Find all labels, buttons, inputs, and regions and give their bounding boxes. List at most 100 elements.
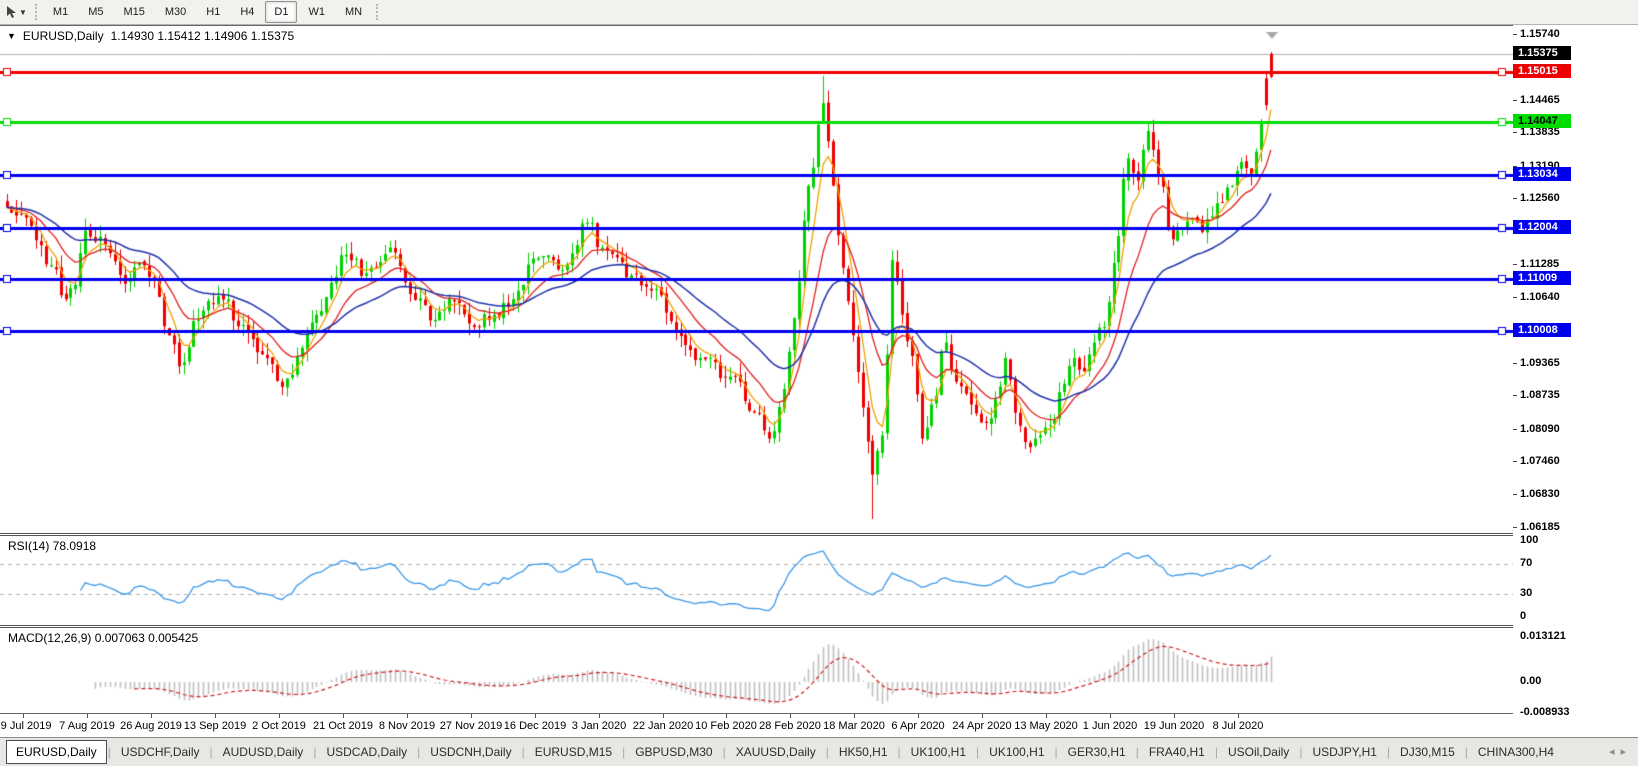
price-tick-label: 1.06830 xyxy=(1520,488,1560,500)
date-tick-mark xyxy=(982,714,983,718)
timeframe-button-mn[interactable]: MN xyxy=(336,1,371,23)
chart-tab-eurusd-daily[interactable]: EURUSD,Daily xyxy=(6,740,107,764)
date-axis[interactable]: 19 Jul 2019 7 Aug 2019 26 Aug 2019 13 Sep 2… xyxy=(0,714,1513,737)
price-tick-mark xyxy=(1513,297,1517,298)
macd-indicator-label: MACD(12,26,9) 0.007063 0.005425 xyxy=(8,631,199,645)
timeframe-button-m5[interactable]: M5 xyxy=(79,1,112,23)
chart-tabs: EURUSD,Daily | USDCHF,Daily | AUDUSD,Daily | U… xyxy=(6,740,1563,764)
trading-terminal-window: ▼ M1 M5 M15 M30 H1 H4 D1 W1 MN ▼ EURUSD,Daily 1.14… xyxy=(0,0,1638,766)
chart-tab-uk100-h1[interactable]: UK100,H1 xyxy=(902,741,975,763)
chart-tab-xauusd-daily[interactable]: XAUUSD,Daily xyxy=(727,741,825,763)
date-tick-label: 22 Jan 2020 xyxy=(632,720,694,732)
timeframe-button-m30[interactable]: M30 xyxy=(156,1,195,23)
chart-tab-ger30-h1[interactable]: GER30,H1 xyxy=(1059,741,1135,763)
date-tick-label: 19 Jun 2020 xyxy=(1143,720,1205,732)
chart-ohlc-values: 1.14930 1.15412 1.14906 1.15375 xyxy=(110,29,295,43)
chart-tab-fra40-h1[interactable]: FRA40,H1 xyxy=(1140,741,1214,763)
chart-tab-uk100-h1[interactable]: UK100,H1 xyxy=(980,741,1053,763)
price-tick-mark xyxy=(1513,34,1517,35)
date-tick-mark xyxy=(918,714,919,718)
price-tick-mark xyxy=(1513,363,1517,364)
macd-scale-label: 0.00 xyxy=(1520,675,1542,687)
date-tick-mark xyxy=(343,714,344,718)
price-tick-label: 1.14465 xyxy=(1520,94,1560,106)
chart-tab-usoil-daily[interactable]: USOil,Daily xyxy=(1219,741,1298,763)
timeframe-button-d1[interactable]: D1 xyxy=(265,1,298,23)
price-tick-label: 1.06185 xyxy=(1520,521,1560,533)
price-tick-mark xyxy=(1513,527,1517,528)
timeframe-button-h1[interactable]: H1 xyxy=(197,1,229,23)
chart-tab-dj30-m15[interactable]: DJ30,M15 xyxy=(1391,741,1464,763)
timeframe-button-m15[interactable]: M15 xyxy=(114,1,153,23)
cursor-tool-button[interactable]: ▼ xyxy=(2,2,31,22)
chart-tab-hk50-h1[interactable]: HK50,H1 xyxy=(830,741,897,763)
current-price-badge: 1.15375 xyxy=(1513,46,1571,60)
timeframe-button-m1[interactable]: M1 xyxy=(44,1,77,23)
macd-canvas[interactable] xyxy=(0,628,1513,713)
price-tick-label: 1.12560 xyxy=(1520,192,1560,204)
tab-scroll-arrows: ◂▸ xyxy=(1609,745,1632,758)
chart-tab-usdcnh-daily[interactable]: USDCNH,Daily xyxy=(421,741,520,763)
blue-line-badge-2: 1.12004 xyxy=(1513,220,1571,234)
chart-tab-usdcad-daily[interactable]: USDCAD,Daily xyxy=(317,741,416,763)
price-tick-label: 1.08735 xyxy=(1520,389,1560,401)
date-tick-mark xyxy=(407,714,408,718)
blue-line-badge-1: 1.13034 xyxy=(1513,167,1571,181)
cursor-icon xyxy=(6,5,17,19)
date-tick-label: 7 Aug 2019 xyxy=(59,720,115,732)
date-tick-label: 13 Sep 2019 xyxy=(183,720,247,732)
chart-tab-usdchf-daily[interactable]: USDCHF,Daily xyxy=(112,741,209,763)
rsi-scale-label: 0 xyxy=(1520,610,1527,622)
date-tick-mark xyxy=(1110,714,1111,718)
date-tick-label: 3 Jan 2020 xyxy=(571,720,627,732)
timeframe-buttons: M1 M5 M15 M30 H1 H4 D1 W1 MN xyxy=(43,1,372,23)
price-tick-mark xyxy=(1513,494,1517,495)
price-tick-mark xyxy=(1513,132,1517,133)
price-axis[interactable]: 1.15740 1.14465 1.13835 1.13190 1.12560 1.112… xyxy=(1513,25,1638,718)
timeframe-button-h4[interactable]: H4 xyxy=(231,1,263,23)
price-tick-label: 1.09365 xyxy=(1520,357,1560,369)
date-tick-mark xyxy=(663,714,664,718)
tab-scroll-right-icon[interactable]: ▸ xyxy=(1620,746,1632,758)
chart-tab-china300-h4[interactable]: CHINA300,H4 xyxy=(1469,741,1563,763)
date-tick-mark xyxy=(471,714,472,718)
chart-tab-gbpusd-m30[interactable]: GBPUSD,M30 xyxy=(626,741,721,763)
date-tick-mark xyxy=(726,714,727,718)
price-tick-mark xyxy=(1513,461,1517,462)
timeframe-button-w1[interactable]: W1 xyxy=(299,1,334,23)
date-tick-label: 2 Oct 2019 xyxy=(252,720,306,732)
chart-tab-usdjpy-h1[interactable]: USDJPY,H1 xyxy=(1303,741,1385,763)
date-tick-mark xyxy=(1238,714,1239,718)
price-tick-label: 1.15740 xyxy=(1520,28,1560,40)
chart-tab-bar: EURUSD,Daily | USDCHF,Daily | AUDUSD,Daily | U… xyxy=(0,737,1638,766)
symbol-dropdown-icon[interactable]: ▼ xyxy=(7,31,16,41)
toolbar-grip-2 xyxy=(376,4,379,20)
price-tick-label: 1.08090 xyxy=(1520,423,1560,435)
date-tick-mark xyxy=(599,714,600,718)
date-tick-label: 28 Feb 2020 xyxy=(759,720,821,732)
price-tick-label: 1.10640 xyxy=(1520,291,1560,303)
tab-scroll-left-icon[interactable]: ◂ xyxy=(1609,746,1621,758)
date-tick-label: 21 Oct 2019 xyxy=(313,720,373,732)
date-tick-mark xyxy=(23,714,24,718)
main-chart-canvas[interactable] xyxy=(0,26,1513,533)
chevron-down-icon: ▼ xyxy=(19,7,27,17)
chart-tab-eurusd-m15[interactable]: EURUSD,M15 xyxy=(526,741,621,763)
date-tick-mark xyxy=(151,714,152,718)
date-tick-mark xyxy=(1046,714,1047,718)
resistance-line-badge: 1.15015 xyxy=(1513,64,1571,78)
date-tick-mark xyxy=(790,714,791,718)
date-tick-label: 8 Jul 2020 xyxy=(1212,720,1264,732)
chart-tab-audusd-daily[interactable]: AUDUSD,Daily xyxy=(214,741,313,763)
macd-scale-label: -0.008933 xyxy=(1520,706,1570,718)
date-tick-mark xyxy=(1174,714,1175,718)
blue-line-badge-4: 1.10008 xyxy=(1513,323,1571,337)
blue-line-badge-3: 1.11009 xyxy=(1513,271,1571,285)
price-tick-label: 1.11285 xyxy=(1520,258,1560,270)
chart-symbol-label: EURUSD,Daily xyxy=(22,29,104,43)
date-tick-label: 26 Aug 2019 xyxy=(120,720,182,732)
price-tick-mark xyxy=(1513,100,1517,101)
rsi-canvas[interactable] xyxy=(0,536,1513,625)
rsi-indicator-label: RSI(14) 78.0918 xyxy=(8,539,97,553)
price-tick-mark xyxy=(1513,198,1517,199)
